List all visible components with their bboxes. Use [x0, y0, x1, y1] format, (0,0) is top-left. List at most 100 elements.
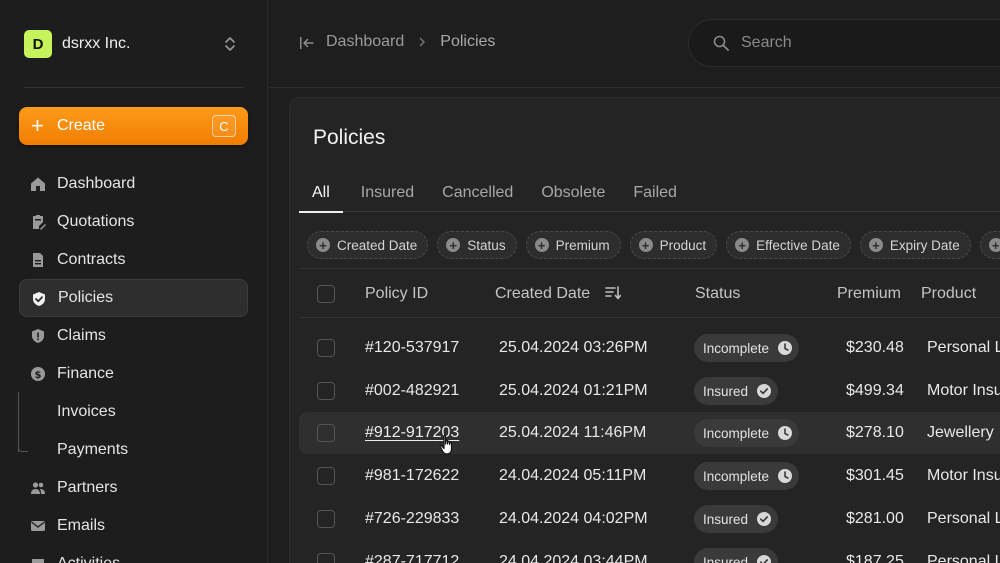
- row-checkbox[interactable]: [317, 553, 335, 563]
- sidebar-item-label: Partners: [57, 479, 118, 496]
- table-row[interactable]: #120-537917 25.04.2024 03:26PM Incomplet…: [299, 327, 1000, 369]
- select-all-checkbox[interactable]: [317, 285, 335, 303]
- product: Motor Insu: [927, 467, 1000, 484]
- check-circle-icon: [757, 384, 772, 398]
- home-icon: [31, 177, 45, 191]
- sidebar-item-claims[interactable]: Claims: [19, 317, 248, 355]
- collapse-sidebar-icon[interactable]: [299, 35, 315, 51]
- plus-circle-icon: +: [534, 238, 549, 252]
- plus-circle-icon: +: [446, 238, 461, 252]
- sidebar-item-activities[interactable]: Activities: [19, 545, 248, 563]
- filter-status[interactable]: + Status: [437, 231, 517, 259]
- table-row[interactable]: #981-172622 24.04.2024 05:11PM Incomplet…: [299, 455, 1000, 497]
- column-status[interactable]: Status: [695, 285, 740, 303]
- table-row[interactable]: #912-917203 25.04.2024 11:46PM Incomplet…: [299, 412, 1000, 454]
- chevron-up-down-icon[interactable]: [224, 36, 236, 52]
- column-policy-id[interactable]: Policy ID: [365, 285, 428, 303]
- sidebar-item-policies[interactable]: Policies: [19, 279, 248, 317]
- table-row[interactable]: #002-482921 25.04.2024 01:21PM Insured $…: [299, 370, 1000, 412]
- filters-divider: [299, 268, 1000, 269]
- column-product[interactable]: Product: [921, 285, 976, 303]
- sidebar-item-payments[interactable]: Payments: [19, 431, 248, 469]
- filter-label: Product: [659, 237, 707, 253]
- sidebar-item-partners[interactable]: Partners: [19, 469, 248, 507]
- tab-cancelled[interactable]: Cancelled: [442, 174, 513, 212]
- filter-label: Status: [467, 237, 506, 253]
- filter-expiry-date[interactable]: + Expiry Date: [859, 231, 971, 259]
- plus-circle-icon: +: [735, 238, 750, 252]
- sidebar-item-quotations[interactable]: Quotations: [19, 203, 248, 241]
- mail-icon: [31, 521, 45, 531]
- sidebar-item-finance[interactable]: $ Finance: [19, 355, 248, 393]
- row-checkbox[interactable]: [317, 339, 335, 357]
- org-name: dsrxx Inc.: [62, 35, 131, 52]
- tab-all[interactable]: All: [299, 174, 343, 213]
- sidebar-item-label: Claims: [57, 327, 106, 344]
- premium: $499.34: [846, 382, 904, 399]
- topbar: Dashboard Policies: [269, 0, 1000, 88]
- row-checkbox[interactable]: [317, 510, 335, 528]
- filter-created-date[interactable]: + Created Date: [307, 231, 429, 259]
- created-date: 25.04.2024 03:26PM: [499, 339, 648, 356]
- tab-bar: All Insured Cancelled Obsolete Failed: [299, 174, 1000, 213]
- tab-insured[interactable]: Insured: [361, 174, 414, 212]
- status-text: Insured: [703, 511, 749, 527]
- policy-id[interactable]: #981-172622: [365, 467, 459, 485]
- sidebar-divider: [24, 87, 244, 88]
- filter-more[interactable]: +: [979, 231, 1000, 259]
- table-row[interactable]: #726-229833 24.04.2024 04:02PM Insured $…: [299, 498, 1000, 540]
- filter-bar: + Created Date + Status + Premium + Product …: [307, 231, 1000, 259]
- shield-check-icon: [33, 292, 45, 306]
- breadcrumb-dashboard[interactable]: Dashboard: [326, 33, 404, 51]
- svg-text:$: $: [35, 370, 42, 381]
- activity-icon: [32, 559, 44, 563]
- row-checkbox[interactable]: [317, 382, 335, 400]
- created-date: 25.04.2024 01:21PM: [499, 382, 648, 399]
- row-checkbox[interactable]: [317, 467, 335, 485]
- filter-premium[interactable]: + Premium: [525, 231, 621, 259]
- search-icon: [713, 35, 729, 51]
- sidebar-item-label: Policies: [58, 289, 114, 306]
- premium: $301.45: [846, 467, 904, 484]
- status-badge: Insured: [694, 505, 779, 533]
- sort-descending-icon[interactable]: [605, 286, 621, 300]
- premium: $187.25: [846, 553, 904, 563]
- sidebar-item-contracts[interactable]: Contracts: [19, 241, 248, 279]
- policy-id[interactable]: #726-229833: [365, 510, 459, 528]
- sidebar-item-dashboard[interactable]: Dashboard: [19, 165, 248, 203]
- status-text: Incomplete: [703, 468, 770, 484]
- breadcrumb-current: Policies: [440, 33, 496, 50]
- column-premium[interactable]: Premium: [837, 285, 901, 303]
- clipboard-edit-icon: [33, 215, 46, 230]
- filter-product[interactable]: + Product: [629, 231, 718, 259]
- table-row[interactable]: #287-717712 24.04.2024 03:44PM Insured $…: [299, 541, 1000, 563]
- policy-id[interactable]: #287-717712: [365, 553, 459, 563]
- create-label: Create: [57, 117, 106, 134]
- created-date: 24.04.2024 05:11PM: [499, 467, 647, 484]
- clock-icon: [778, 426, 793, 440]
- product: Jewellery: [927, 424, 994, 441]
- search-bar[interactable]: [688, 19, 1000, 67]
- sidebar-item-label: Contracts: [57, 251, 126, 268]
- main-panel: Policies All Insured Cancelled Obsolete …: [289, 97, 1000, 563]
- policy-id[interactable]: #120-537917: [365, 339, 459, 357]
- tab-obsolete[interactable]: Obsolete: [541, 174, 605, 212]
- dollar-circle-icon: $: [31, 367, 45, 381]
- sidebar-item-invoices[interactable]: Invoices: [19, 393, 248, 431]
- row-checkbox[interactable]: [317, 424, 335, 442]
- product: Motor Insu: [927, 382, 1000, 399]
- product: Personal L: [927, 339, 1000, 356]
- org-switcher[interactable]: D dsrxx Inc.: [24, 30, 244, 58]
- create-button[interactable]: + Create C: [19, 107, 248, 145]
- filter-label: Premium: [555, 237, 610, 253]
- page-title: Policies: [313, 126, 386, 149]
- tab-failed[interactable]: Failed: [633, 174, 677, 212]
- column-created-date[interactable]: Created Date: [495, 285, 590, 303]
- document-icon: [33, 253, 43, 267]
- filter-label: Created Date: [337, 237, 418, 253]
- search-input[interactable]: [741, 34, 981, 52]
- sidebar-item-emails[interactable]: Emails: [19, 507, 248, 545]
- policy-id[interactable]: #002-482921: [365, 382, 459, 400]
- filter-effective-date[interactable]: + Effective Date: [726, 231, 851, 259]
- created-date: 25.04.2024 11:46PM: [499, 424, 647, 441]
